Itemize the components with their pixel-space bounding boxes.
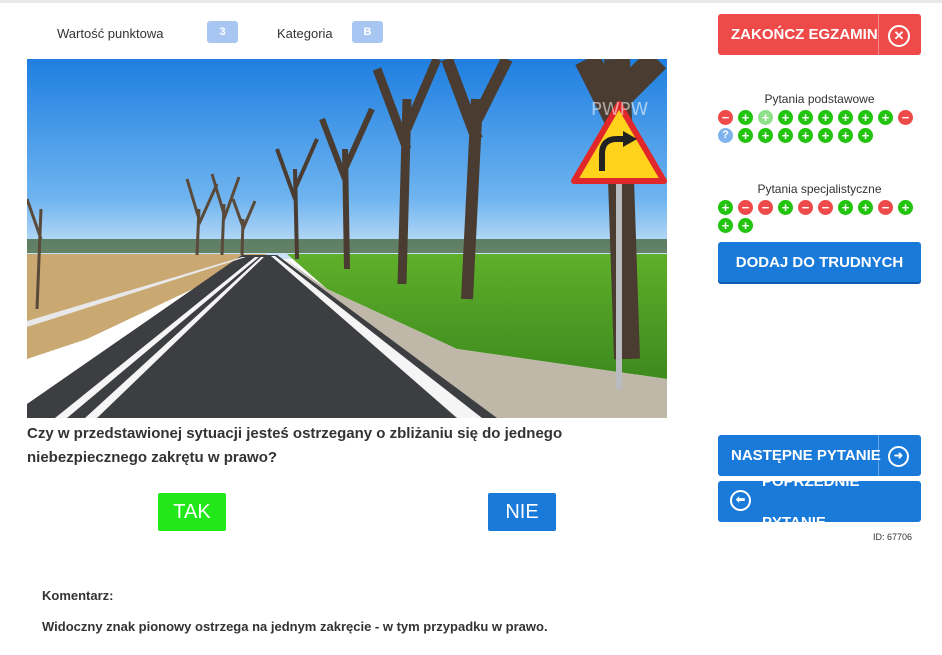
answer-no-button[interactable]: NIE bbox=[488, 493, 556, 531]
comment-label: Komentarz: bbox=[42, 588, 114, 603]
status-minus-icon[interactable]: − bbox=[818, 200, 833, 215]
question-image: PWPW bbox=[27, 59, 667, 418]
arrow-left-circle-icon: ⬅ bbox=[730, 490, 751, 511]
status-plus-icon[interactable]: + bbox=[758, 128, 773, 143]
status-plus-icon[interactable]: + bbox=[778, 128, 793, 143]
status-minus-icon[interactable]: − bbox=[798, 200, 813, 215]
end-exam-button[interactable]: ZAKOŃCZ EGZAMIN ✕ bbox=[718, 14, 921, 55]
question-text: Czy w przedstawionej sytuacji jesteś ost… bbox=[27, 425, 563, 466]
status-minus-icon[interactable]: − bbox=[878, 200, 893, 215]
status-plus-icon[interactable]: + bbox=[878, 110, 893, 125]
status-plus-icon[interactable]: + bbox=[738, 128, 753, 143]
add-to-hard-button[interactable]: DODAJ DO TRUDNYCH bbox=[718, 242, 921, 282]
status-plus-icon[interactable]: + bbox=[738, 218, 753, 233]
status-unknown-icon[interactable]: ? bbox=[718, 128, 733, 143]
basic-questions-title: Pytania podstawowe bbox=[764, 92, 875, 106]
status-plus-icon[interactable]: + bbox=[898, 200, 913, 215]
answer-yes-button[interactable]: TAK bbox=[158, 493, 226, 531]
status-row: ? + + + + + + + bbox=[718, 128, 918, 146]
status-plus-icon[interactable]: + bbox=[718, 200, 733, 215]
status-plus-icon[interactable]: + bbox=[778, 110, 793, 125]
status-plus-icon[interactable]: + bbox=[838, 200, 853, 215]
status-plus-icon[interactable]: + bbox=[778, 200, 793, 215]
status-minus-icon[interactable]: − bbox=[758, 200, 773, 215]
status-plus-icon[interactable]: + bbox=[818, 110, 833, 125]
status-row: + + bbox=[718, 218, 918, 236]
special-questions-grid: + − − + − − + + − + + + bbox=[718, 200, 918, 236]
status-minus-icon[interactable]: − bbox=[898, 110, 913, 125]
status-minus-icon[interactable]: − bbox=[738, 200, 753, 215]
status-plus-icon[interactable]: + bbox=[858, 200, 873, 215]
special-questions-title: Pytania specjalistyczne bbox=[757, 182, 882, 196]
status-plus-icon[interactable]: + bbox=[798, 110, 813, 125]
top-border bbox=[0, 0, 942, 3]
end-exam-label: ZAKOŃCZ EGZAMIN bbox=[731, 26, 878, 43]
points-label: Wartość punktowa bbox=[57, 26, 164, 41]
status-plus-icon[interactable]: + bbox=[738, 110, 753, 125]
status-plus-icon[interactable]: + bbox=[718, 218, 733, 233]
category-badge: B bbox=[352, 21, 383, 43]
status-current-icon[interactable]: + bbox=[758, 110, 773, 125]
basic-questions-grid: − + + + + + + + + −? + + + + + + + bbox=[718, 110, 918, 146]
status-row: − + + + + + + + + − bbox=[718, 110, 918, 128]
status-plus-icon[interactable]: + bbox=[838, 110, 853, 125]
status-plus-icon[interactable]: + bbox=[798, 128, 813, 143]
status-plus-icon[interactable]: + bbox=[858, 128, 873, 143]
road-scene: PWPW bbox=[27, 59, 667, 418]
comment-text: Widoczny znak pionowy ostrzega na jednym… bbox=[42, 619, 548, 634]
category-label: Kategoria bbox=[277, 26, 333, 41]
button-divider bbox=[878, 14, 879, 55]
close-circle-icon: ✕ bbox=[888, 25, 910, 47]
image-watermark: PWPW bbox=[591, 99, 649, 120]
status-minus-icon[interactable]: − bbox=[718, 110, 733, 125]
question-id: ID: 67706 bbox=[873, 532, 913, 542]
previous-question-label: POPRZEDNIE PYTANIE bbox=[762, 472, 860, 531]
status-plus-icon[interactable]: + bbox=[858, 110, 873, 125]
status-row: + − − + − − + + − + bbox=[718, 200, 918, 218]
status-plus-icon[interactable]: + bbox=[818, 128, 833, 143]
status-plus-icon[interactable]: + bbox=[838, 128, 853, 143]
previous-question-button[interactable]: ⬅ POPRZEDNIE PYTANIE bbox=[718, 473, 921, 531]
points-badge: 3 bbox=[207, 21, 238, 43]
